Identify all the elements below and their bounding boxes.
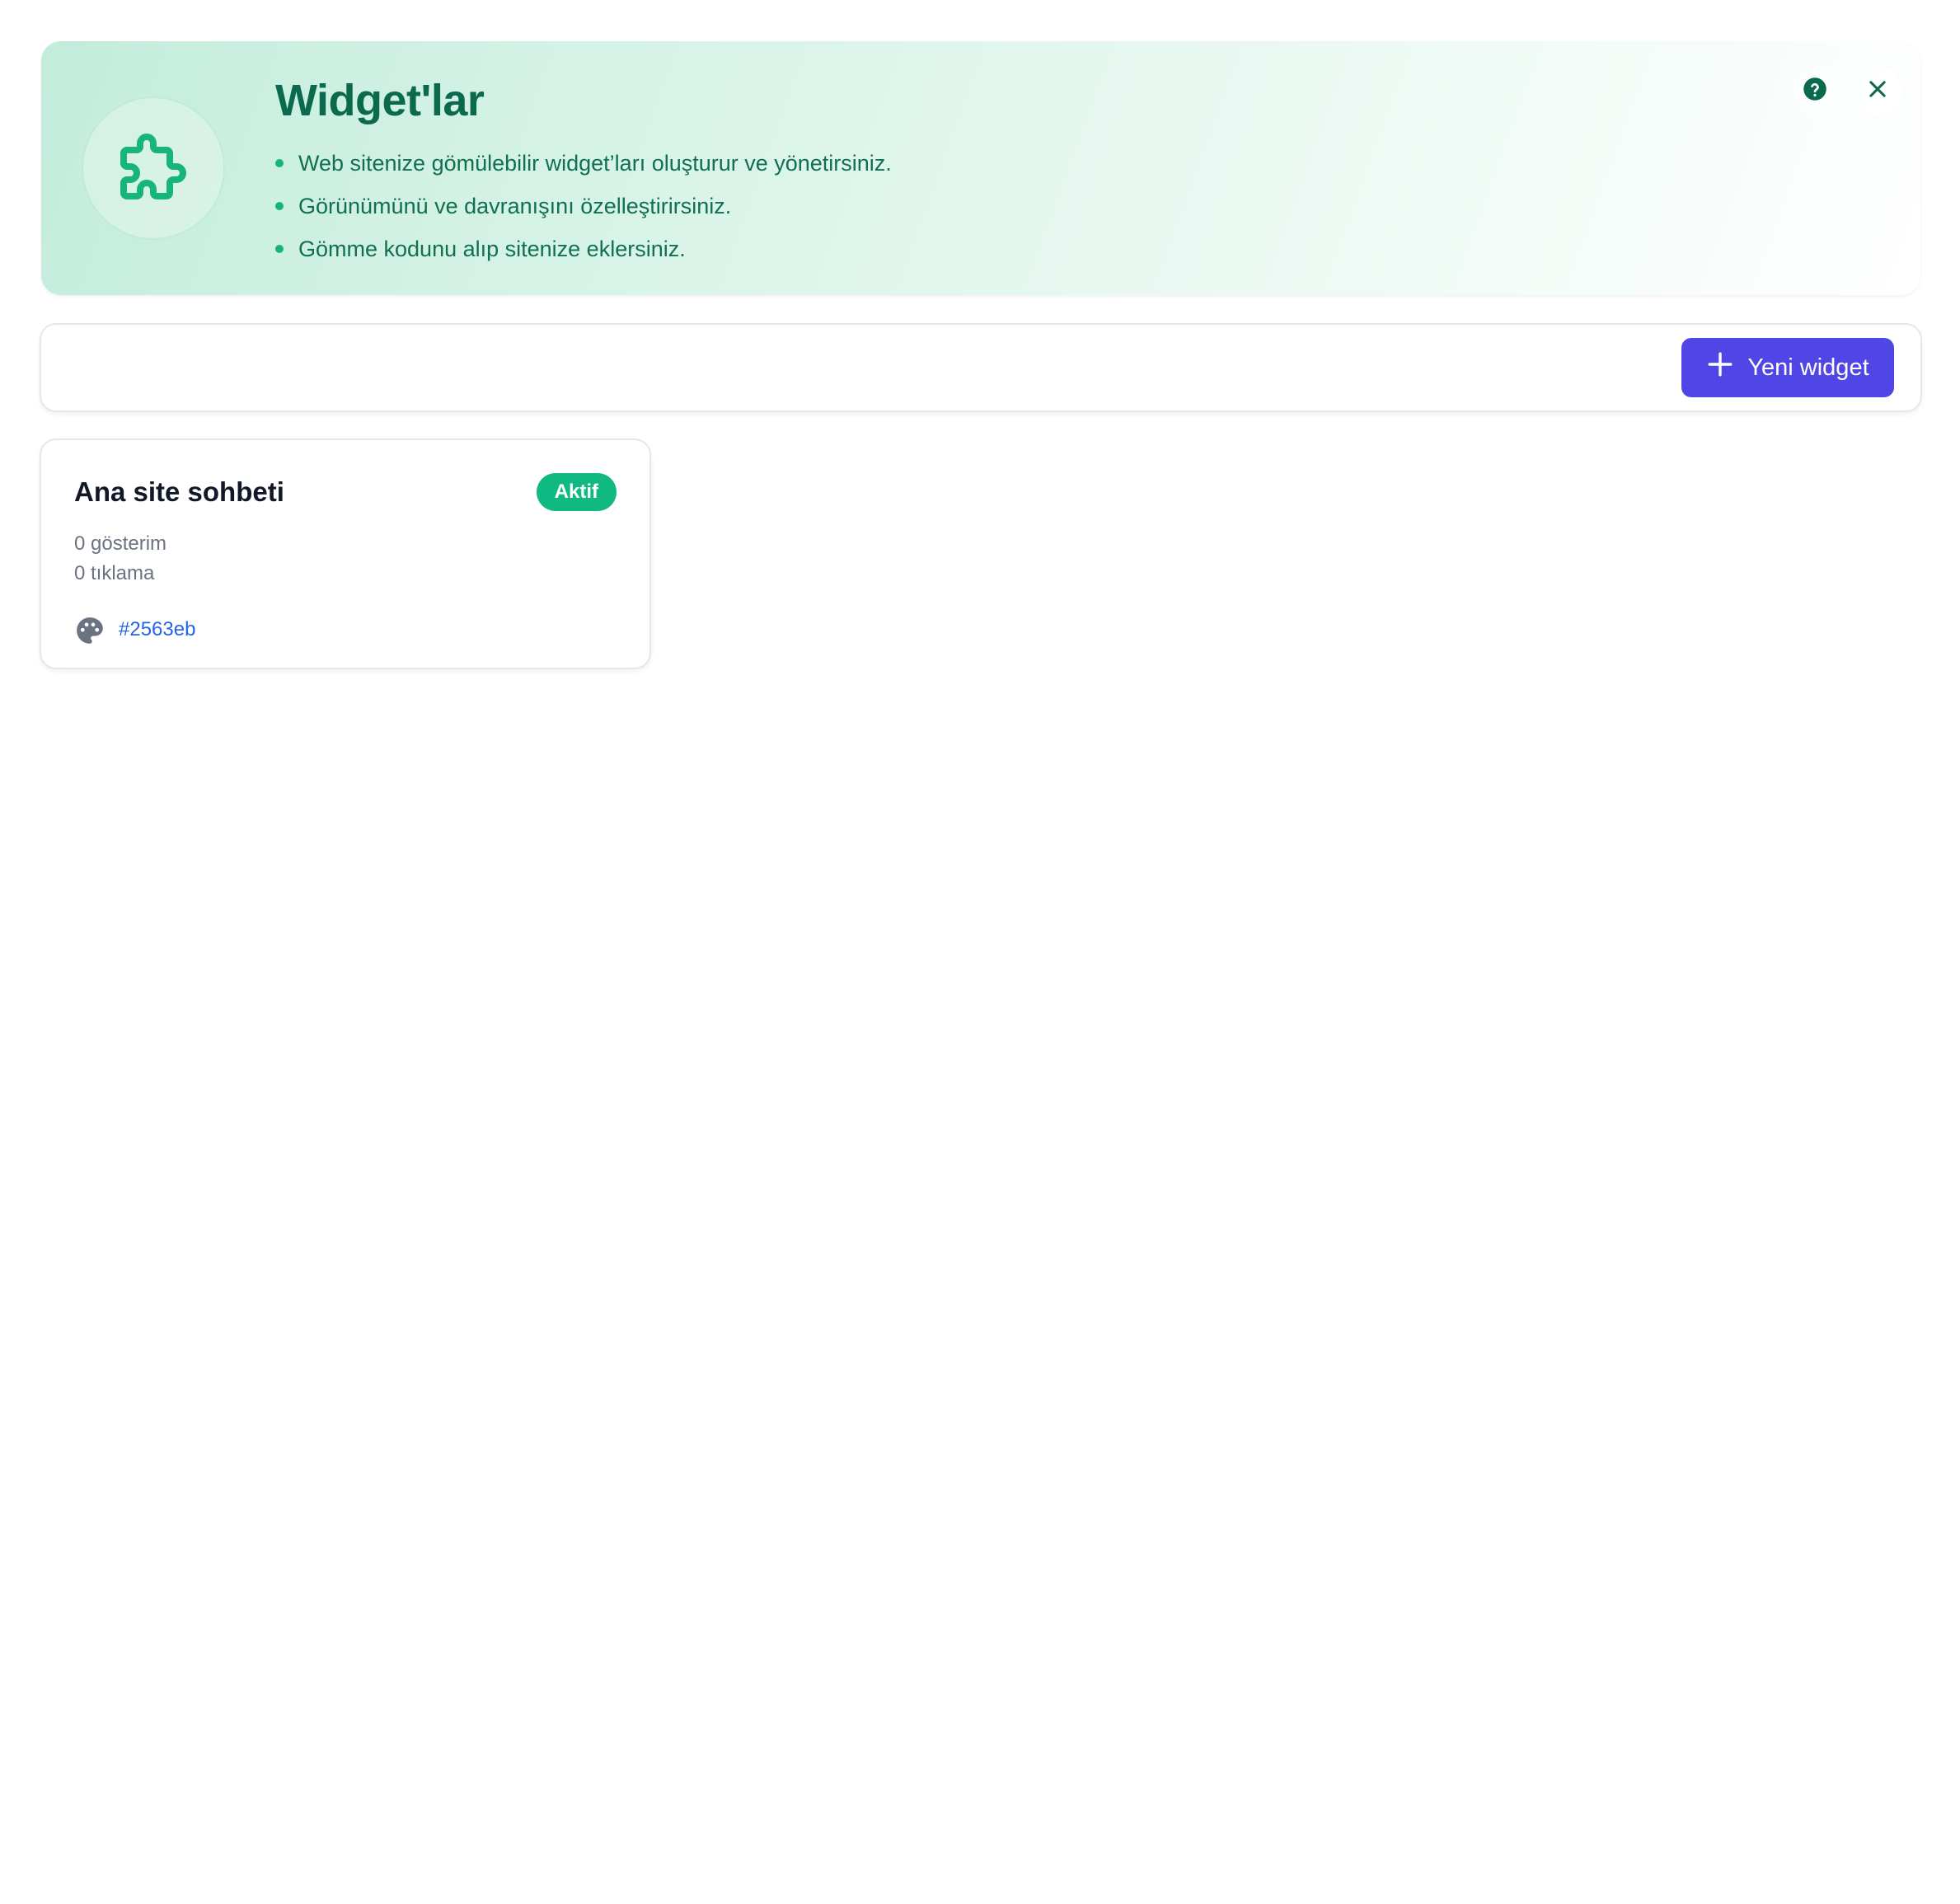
widget-card[interactable]: Ana site sohbeti Aktif 0 gösterim 0 tıkl…: [40, 438, 651, 669]
bullet-dot: [275, 159, 284, 167]
widget-clicks: 0 tıklama: [74, 562, 155, 584]
hero-feature-item: Web sitenize gömülebilir widget’ları olu…: [275, 142, 892, 185]
close-button[interactable]: [1854, 67, 1901, 115]
hero-feature-item: Gömme kodunu alıp sitenize eklersiniz.: [275, 227, 892, 270]
hero-feature-text: Görünümünü ve davranışını özelleştirirsi…: [298, 194, 732, 218]
new-widget-button-label: Yeni widget: [1747, 354, 1869, 381]
help-button[interactable]: [1791, 67, 1839, 115]
widget-color-row: #2563eb: [74, 608, 195, 650]
hero-feature-text: Gömme kodunu alıp sitenize eklersiniz.: [298, 237, 686, 261]
hero-feature-text: Web sitenize gömülebilir widget’ları olu…: [298, 151, 892, 176]
widget-name: Ana site sohbeti: [74, 476, 284, 507]
bullet-dot: [275, 245, 284, 253]
puzzle-icon: [114, 127, 193, 210]
bullet-dot: [275, 202, 284, 210]
hero-feature-list: Web sitenize gömülebilir widget’ları olu…: [275, 142, 892, 270]
widgets-page: Widget'lar Web sitenize gömülebilir widg…: [0, 0, 1960, 1904]
question-circle-icon: [1803, 77, 1827, 106]
hero-feature-item: Görünümünü ve davranışını özelleştirirsi…: [275, 185, 892, 227]
status-badge: Aktif: [536, 473, 617, 511]
hero-icon-badge: [82, 96, 225, 240]
widgets-toolbar: Yeni widget: [40, 323, 1922, 412]
plus-icon: [1706, 350, 1734, 385]
widget-views: 0 gösterim: [74, 532, 167, 555]
page-title: Widget'lar: [275, 76, 485, 125]
close-icon: [1866, 77, 1889, 105]
hero-banner: Widget'lar Web sitenize gömülebilir widg…: [41, 41, 1920, 295]
new-widget-button[interactable]: Yeni widget: [1681, 338, 1894, 397]
widget-color-value: #2563eb: [119, 617, 196, 640]
palette-icon: [74, 608, 106, 650]
